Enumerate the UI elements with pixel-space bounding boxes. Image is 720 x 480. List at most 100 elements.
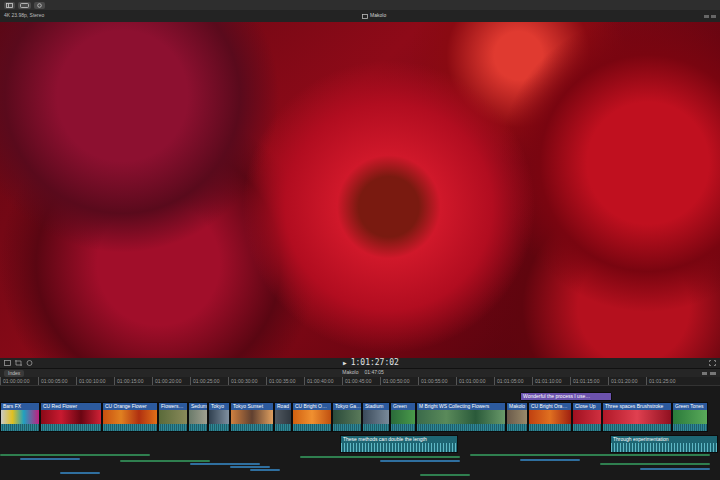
ruler-tick: 01:00:20:00 (152, 377, 190, 385)
clip-waveform (391, 424, 415, 431)
clip-label: M Bright WS Collecting Flowers (417, 403, 505, 410)
lane-line (300, 456, 460, 458)
clip-thumbnail (529, 410, 571, 424)
timeline-clip[interactable]: Sedum (188, 402, 208, 432)
timeline-clip[interactable]: Makolo (506, 402, 528, 432)
clip-label: Sedum (189, 403, 207, 410)
clip-label: CU Bright Ora… (529, 403, 571, 410)
ruler-tick: 01:00:25:00 (190, 377, 228, 385)
clip-waveform (673, 424, 707, 431)
clip-thumbnail (603, 410, 671, 424)
timeline-clip[interactable]: Road (274, 402, 292, 432)
ruler-tick: 01:00:40:00 (304, 377, 342, 385)
timeline-clip[interactable]: Green (390, 402, 416, 432)
clip-label: Road (275, 403, 291, 410)
ruler-tick: 01:00:15:00 (114, 377, 152, 385)
clip-label: Stadium (363, 403, 389, 410)
lane-line (20, 458, 80, 460)
ruler-tick: 01:01:25:00 (646, 377, 684, 385)
fullscreen-icon[interactable] (709, 360, 716, 366)
timeline-clip[interactable]: Three spaces Brushstroke (602, 402, 672, 432)
clip-label: CU Orange Flower (103, 403, 157, 410)
timecode: 1:01:27:02 (351, 358, 399, 368)
clip-thumbnail (275, 410, 291, 424)
ruler-tick: 01:00:45:00 (342, 377, 380, 385)
timeline-clip[interactable]: Tokyo Sunset (230, 402, 274, 432)
lane-line (420, 474, 470, 476)
timeline-clip[interactable]: CU Bright O… (292, 402, 332, 432)
audio-waveform (611, 443, 717, 452)
clip-waveform (41, 424, 101, 431)
clip-waveform (363, 424, 389, 431)
clip-waveform (507, 424, 527, 431)
timeline-clip[interactable]: Bars FX (0, 402, 40, 432)
view-options-icon[interactable] (704, 14, 716, 19)
film-icon (362, 14, 368, 19)
timeline-clip[interactable]: Close Up (572, 402, 602, 432)
timeline-clip[interactable]: Flowers… (158, 402, 188, 432)
media-button[interactable] (18, 2, 31, 9)
ruler-tick: 01:00:05:00 (38, 377, 76, 385)
lane-line (190, 463, 260, 465)
audio-clip[interactable]: Through experimentation (610, 435, 718, 453)
clip-waveform (1, 424, 39, 431)
timeline-project: Makolo (342, 369, 358, 377)
clip-label: Tokyo (209, 403, 229, 410)
clip-waveform (417, 424, 505, 431)
clip-waveform (189, 424, 207, 431)
viewer-controls: ▶ 1:01:27:02 (0, 358, 720, 368)
timeline-clip[interactable]: M Bright WS Collecting Flowers (416, 402, 506, 432)
clip-label: CU Bright O… (293, 403, 331, 410)
timeline-ruler: 01:00:00:0001:00:05:0001:00:10:0001:00:1… (0, 377, 720, 386)
lane-line (380, 460, 460, 462)
ruler-tick: 01:00:00:00 (0, 377, 38, 385)
index-button[interactable]: Index (4, 370, 24, 377)
format-label: 4K 23.98p, Stereo (4, 12, 44, 20)
timeline-clip[interactable]: Green Tones (672, 402, 708, 432)
ruler-tick: 01:01:10:00 (532, 377, 570, 385)
lane-line (520, 459, 580, 461)
audio-label: Through experimentation (611, 436, 717, 443)
play-button[interactable]: ▶ (343, 358, 347, 368)
timeline-clip[interactable]: Tokyo Ga… (332, 402, 362, 432)
clip-thumbnail (231, 410, 273, 424)
gear-icon (37, 3, 42, 8)
timeline-clip[interactable]: CU Bright Ora… (528, 402, 572, 432)
settings-button[interactable] (34, 2, 45, 9)
audio-clip[interactable]: These methods can double the length (340, 435, 458, 453)
lane-line (470, 454, 710, 456)
timeline-clip[interactable]: CU Orange Flower (102, 402, 158, 432)
lane-line (600, 463, 710, 465)
timeline-clip[interactable]: Stadium (362, 402, 390, 432)
toolbar (0, 0, 720, 10)
title-clip[interactable]: Wonderful the process I use… (520, 392, 612, 401)
clip-thumbnail (391, 410, 415, 424)
ruler-tick: 01:01:05:00 (494, 377, 532, 385)
clip-waveform (231, 424, 273, 431)
timeline-header: Index Makolo01:47:05 (0, 368, 720, 377)
clip-label: CU Red Flower (41, 403, 101, 410)
viewer-tools (4, 360, 33, 366)
lane-line (0, 454, 150, 456)
library-button[interactable] (4, 2, 15, 9)
clip-appearance-icon[interactable] (702, 371, 716, 376)
ruler-tick: 01:00:35:00 (266, 377, 304, 385)
clip-thumbnail (41, 410, 101, 424)
speed-icon[interactable] (26, 360, 33, 366)
project-name: Makolo (362, 12, 386, 20)
timeline-clip[interactable]: Tokyo (208, 402, 230, 432)
clip-thumbnail (103, 410, 157, 424)
timeline-clip[interactable]: CU Red Flower (40, 402, 102, 432)
clip-label: Makolo (507, 403, 527, 410)
clip-waveform (159, 424, 187, 431)
timeline-info: Makolo01:47:05 (342, 369, 384, 377)
clip-thumbnail (673, 410, 707, 424)
viewer-frame (0, 22, 720, 358)
clip-waveform (209, 424, 229, 431)
audio-waveform (341, 443, 457, 452)
clip-thumbnail (189, 410, 207, 424)
primary-storyline: Bars FXCU Red FlowerCU Orange FlowerFlow… (0, 402, 720, 432)
lane-line (640, 468, 710, 470)
transform-icon[interactable] (4, 360, 11, 366)
crop-icon[interactable] (15, 360, 22, 366)
